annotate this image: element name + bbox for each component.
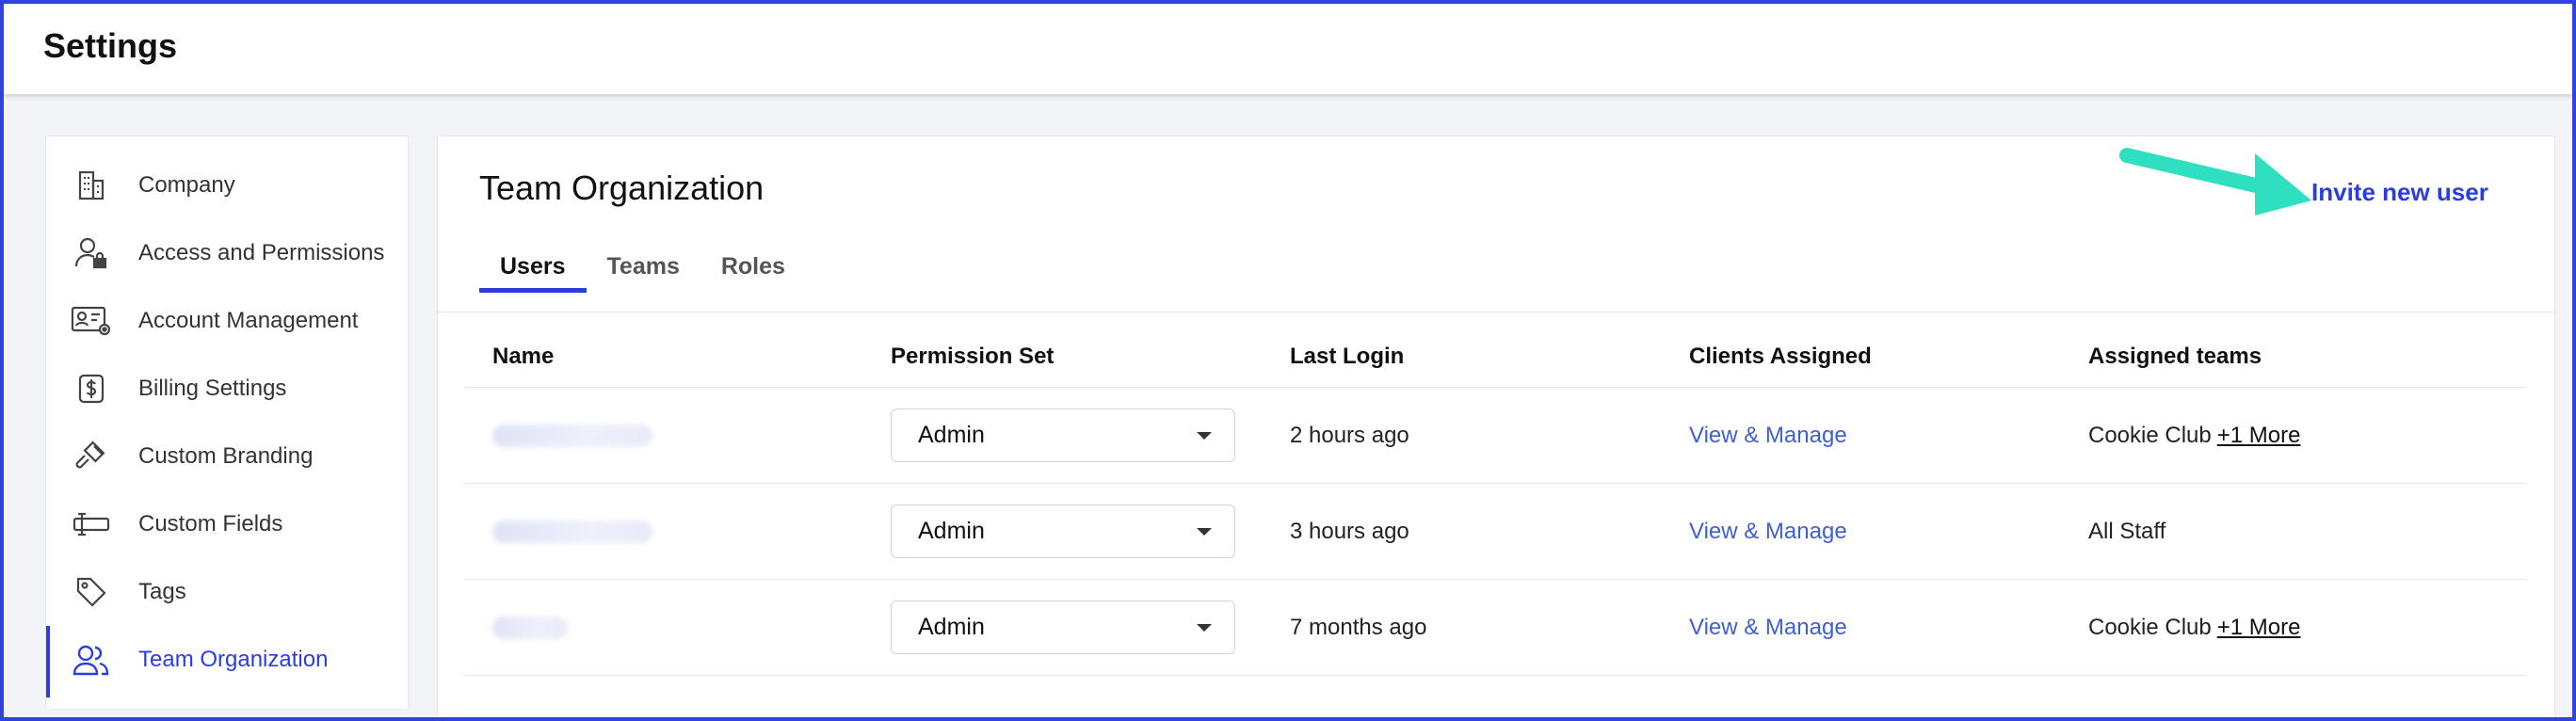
table-row: Admin 2 hours ago View & Manage Cookie C… xyxy=(464,388,2526,484)
column-header-permission-set: Permission Set xyxy=(891,344,1055,369)
view-manage-link[interactable]: View & Manage xyxy=(1689,519,1847,545)
sidebar-item-team-organization[interactable]: Team Organization xyxy=(46,626,408,697)
assigned-team: All Staff xyxy=(2088,518,2166,544)
top-bar: Settings xyxy=(4,4,2572,94)
app-window: Settings Company Access and Permissions … xyxy=(0,0,2576,721)
table-row: Admin 3 hours ago View & Manage All Staf… xyxy=(464,484,2526,580)
table-header: Name Permission Set Last Login Clients A… xyxy=(464,336,2526,388)
column-header-name: Name xyxy=(492,344,555,369)
users-icon xyxy=(71,639,112,681)
settings-sidebar: Company Access and Permissions Account M… xyxy=(45,136,409,710)
sidebar-item-access-permissions[interactable]: Access and Permissions xyxy=(46,225,408,281)
user-name-redacted xyxy=(492,388,652,483)
invite-new-user-link[interactable]: Invite new user xyxy=(2311,178,2488,207)
tab-users[interactable]: Users xyxy=(479,248,587,293)
sidebar-item-company[interactable]: Company xyxy=(46,157,408,214)
last-login: 2 hours ago xyxy=(1290,422,1409,448)
tab-bar: Users Teams Roles xyxy=(479,248,806,293)
more-teams-link[interactable]: +1 More xyxy=(2217,423,2301,449)
id-card-gear-icon xyxy=(71,300,112,342)
column-header-last-login: Last Login xyxy=(1290,344,1405,369)
more-teams-link[interactable]: +1 More xyxy=(2217,615,2301,641)
sidebar-item-label: Tags xyxy=(138,579,186,604)
sidebar-item-label: Custom Fields xyxy=(138,511,283,537)
dollar-icon xyxy=(71,368,112,409)
view-manage-link[interactable]: View & Manage xyxy=(1689,615,1847,641)
user-name-redacted xyxy=(492,580,568,675)
assigned-team: Cookie Club xyxy=(2088,422,2212,448)
assigned-team: Cookie Club xyxy=(2088,614,2212,640)
sidebar-item-label: Team Organization xyxy=(138,647,329,672)
permission-set-value: Admin xyxy=(918,518,985,544)
sidebar-item-billing-settings[interactable]: Billing Settings xyxy=(46,360,408,417)
tab-roles[interactable]: Roles xyxy=(700,248,806,293)
caret-down-icon xyxy=(1197,624,1212,632)
brush-icon xyxy=(71,436,112,477)
sidebar-item-label: Access and Permissions xyxy=(138,240,385,265)
permission-set-select[interactable]: Admin xyxy=(891,601,1235,654)
sidebar-item-custom-branding[interactable]: Custom Branding xyxy=(46,428,408,485)
sidebar-item-account-management[interactable]: Account Management xyxy=(46,293,408,349)
permission-set-value: Admin xyxy=(918,614,985,640)
sidebar-item-label: Company xyxy=(138,172,235,198)
text-field-icon xyxy=(71,504,112,545)
building-icon xyxy=(71,165,112,206)
tag-icon xyxy=(71,571,112,613)
tab-teams[interactable]: Teams xyxy=(587,248,700,293)
sidebar-item-custom-fields[interactable]: Custom Fields xyxy=(46,496,408,553)
arrow-annotation-icon xyxy=(2119,148,2311,216)
sidebar-item-label: Account Management xyxy=(138,308,359,333)
page-title: Settings xyxy=(43,26,178,65)
users-table: Name Permission Set Last Login Clients A… xyxy=(464,336,2526,676)
table-row: Admin 7 months ago View & Manage Cookie … xyxy=(464,580,2526,676)
permission-set-select[interactable]: Admin xyxy=(891,409,1235,462)
permission-set-select[interactable]: Admin xyxy=(891,505,1235,558)
last-login: 7 months ago xyxy=(1290,614,1427,640)
permission-set-value: Admin xyxy=(918,422,985,448)
sidebar-item-label: Billing Settings xyxy=(138,376,287,401)
section-title: Team Organization xyxy=(479,168,765,207)
sidebar-item-tags[interactable]: Tags xyxy=(46,564,408,620)
view-manage-link[interactable]: View & Manage xyxy=(1689,423,1847,449)
user-lock-icon xyxy=(71,232,112,274)
column-header-assigned-teams: Assigned teams xyxy=(2088,344,2262,369)
caret-down-icon xyxy=(1197,432,1212,440)
sidebar-item-label: Custom Branding xyxy=(138,443,314,469)
team-organization-panel: Team Organization Invite new user Users … xyxy=(437,136,2555,717)
column-header-clients-assigned: Clients Assigned xyxy=(1689,344,1872,369)
caret-down-icon xyxy=(1197,528,1212,536)
last-login: 3 hours ago xyxy=(1290,518,1409,544)
user-name-redacted xyxy=(492,484,652,579)
